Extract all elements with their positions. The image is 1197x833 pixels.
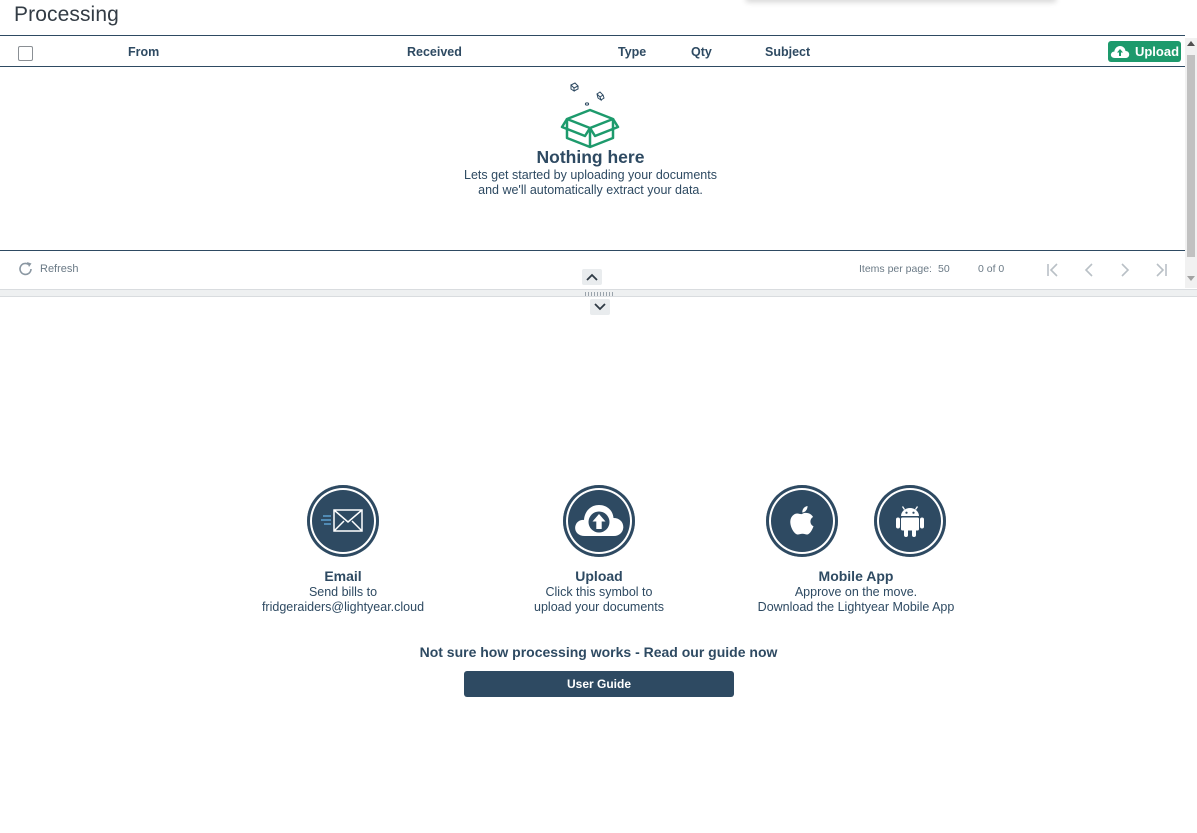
splitter-grip[interactable] [585,292,613,296]
prev-page-button[interactable] [1079,261,1099,279]
email-line-1: Send bills to [308,585,378,599]
empty-state-text: Lets get started by uploading your docum… [0,168,1181,198]
empty-state-title: Nothing here [536,147,645,167]
refresh-button[interactable]: Refresh [18,261,79,277]
scroll-thumb[interactable] [1187,55,1195,257]
upload-line-1: Click this symbol to [545,585,653,599]
column-header-type[interactable]: Type [618,45,646,59]
select-all-checkbox[interactable] [18,46,33,61]
upload-title: Upload [575,568,623,584]
first-page-icon [1047,263,1058,277]
column-header-received[interactable]: Received [407,45,462,59]
envelope-icon [321,509,363,532]
upload-text: Click this symbol to upload your documen… [484,585,714,615]
email-title: Email [324,568,362,584]
upload-button[interactable]: Upload [1108,41,1181,62]
guide-prompt: Not sure how processing works - Read our… [419,644,778,660]
email-text: Send bills to fridgeraiders@lightyear.cl… [228,585,458,615]
items-per-page-label: Items per page: [859,263,932,275]
page-count: 0 of 0 [978,263,1005,275]
mobile-icons [726,485,986,557]
collapse-down-button[interactable] [590,299,610,315]
cloud-upload-icon [575,505,624,536]
documents-grid: From Received Type Qty Subject Upload No… [0,35,1185,289]
scroll-down-icon[interactable] [1187,274,1195,282]
android-icon [896,506,924,537]
apple-store-circle[interactable] [766,485,838,557]
last-page-icon [1156,263,1167,277]
user-guide-button[interactable]: User Guide [464,671,734,697]
items-per-page-select[interactable]: 50 [938,263,950,275]
mobile-text: Approve on the move. Download the Lighty… [726,585,986,615]
upload-circle[interactable] [563,485,635,557]
column-header-from[interactable]: From [128,45,159,59]
empty-state-line-2: and we'll automatically extract your dat… [478,183,703,197]
prev-page-icon [1084,263,1093,277]
open-box-icon [560,82,620,149]
upload-line-2: upload your documents [534,600,664,614]
android-store-circle[interactable] [874,485,946,557]
upload-feature: Upload Click this symbol to upload your … [484,485,714,615]
email-circle [307,485,379,557]
empty-state-line-1: Lets get started by uploading your docum… [464,168,717,182]
collapse-up-button[interactable] [582,269,602,285]
first-page-button[interactable] [1043,261,1063,279]
page-title: Processing [14,3,119,26]
next-page-button[interactable] [1115,261,1135,279]
scroll-up-icon[interactable] [1187,40,1195,48]
refresh-label: Refresh [40,263,79,275]
column-header-qty[interactable]: Qty [691,45,712,59]
chevron-down-icon [594,303,606,311]
last-page-button[interactable] [1151,261,1171,279]
grid-header: From Received Type Qty Subject Upload [0,36,1185,67]
mobile-feature: Mobile App Approve on the move. Download… [726,485,986,615]
column-header-subject[interactable]: Subject [765,45,810,59]
mobile-title: Mobile App [818,568,894,584]
cloud-upload-icon [1110,45,1130,58]
email-feature: Email Send bills to fridgeraiders@lighty… [228,485,458,615]
mobile-line-1: Approve on the move. [794,585,918,599]
mobile-line-2: Download the Lightyear Mobile App [757,600,955,614]
panel-splitter[interactable] [0,289,1197,297]
upload-button-label: Upload [1134,44,1180,59]
refresh-icon [19,262,32,276]
grid-scrollbar[interactable] [1185,38,1197,288]
chevron-up-icon [586,273,598,281]
apple-icon [790,506,814,535]
email-address: fridgeraiders@lightyear.cloud [261,600,425,614]
app-root: Processing From Received Type Qty Subjec… [0,0,1197,833]
next-page-icon [1121,263,1130,277]
